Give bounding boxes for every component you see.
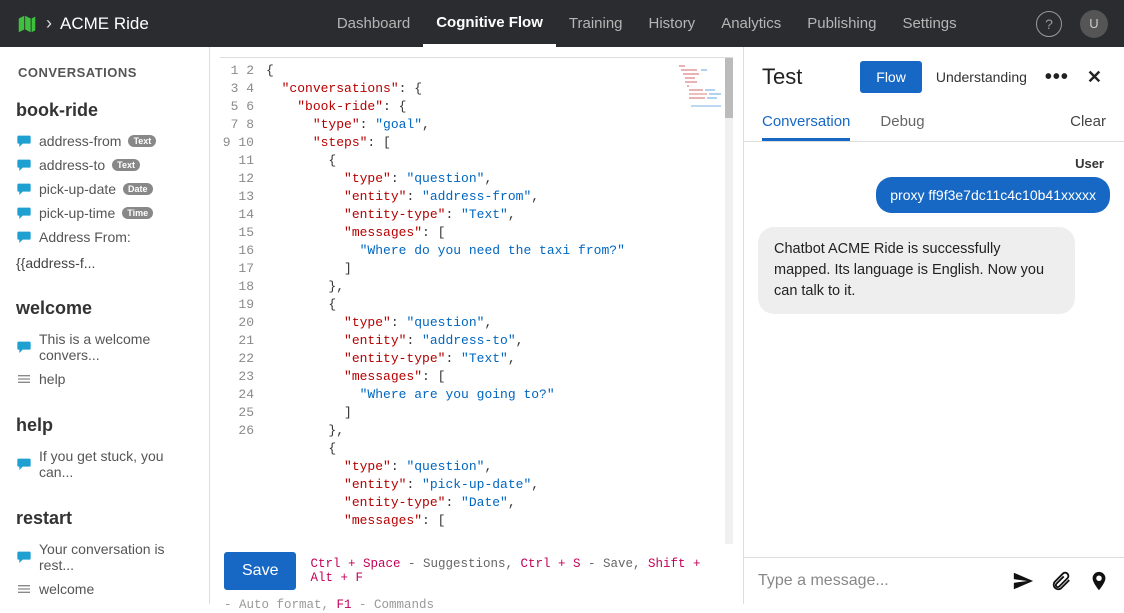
mode-flow-button[interactable]: Flow bbox=[860, 61, 922, 93]
sidebar-item-help-msg[interactable]: If you get stuck, you can... bbox=[16, 444, 193, 484]
test-title: Test bbox=[762, 64, 802, 90]
chat-icon bbox=[16, 230, 32, 244]
nav-analytics[interactable]: Analytics bbox=[708, 0, 794, 47]
nav-dashboard[interactable]: Dashboard bbox=[324, 0, 423, 47]
main-nav: Dashboard Cognitive Flow Training Histor… bbox=[324, 0, 970, 47]
sidebar-item-label: Your conversation is rest... bbox=[39, 541, 193, 573]
sidebar-title: CONVERSATIONS bbox=[0, 47, 209, 90]
code-area[interactable]: { "conversations": { "book-ride": { "typ… bbox=[262, 58, 733, 544]
chat-icon bbox=[16, 134, 32, 148]
type-badge: Time bbox=[122, 207, 153, 219]
bot-message: Chatbot ACME Ride is successfully mapped… bbox=[758, 227, 1075, 314]
sidebar-item-welcome-msg[interactable]: This is a welcome convers... bbox=[16, 327, 193, 367]
chat-icon bbox=[16, 550, 32, 564]
conv-group-book-ride[interactable]: book-ride bbox=[16, 100, 193, 121]
mode-understanding-button[interactable]: Understanding bbox=[932, 61, 1031, 93]
minimap[interactable] bbox=[677, 62, 727, 522]
conversations-sidebar: CONVERSATIONS book-ride address-from Tex… bbox=[0, 47, 210, 604]
list-icon bbox=[16, 582, 32, 596]
chevron-right-icon: › bbox=[46, 13, 52, 34]
sidebar-item-help-ref[interactable]: help bbox=[16, 367, 193, 391]
conv-group-help[interactable]: help bbox=[16, 415, 193, 436]
avatar[interactable]: U bbox=[1080, 10, 1108, 38]
logo-icon bbox=[16, 13, 38, 35]
chat-log: User proxy ff9f3e7dc11c4c10b41xxxxx Chat… bbox=[744, 142, 1124, 557]
nav-cognitive-flow[interactable]: Cognitive Flow bbox=[423, 0, 556, 47]
sidebar-item-label: If you get stuck, you can... bbox=[39, 448, 193, 480]
brand-group[interactable]: › ACME Ride bbox=[16, 13, 149, 35]
message-input[interactable] bbox=[758, 572, 996, 590]
chat-icon bbox=[16, 340, 32, 354]
location-icon[interactable] bbox=[1088, 570, 1110, 592]
editor-footer: Save Ctrl + Space - Suggestions, Ctrl + … bbox=[210, 544, 743, 604]
sidebar-item-label: Address From: bbox=[39, 229, 131, 245]
keyboard-hints: Ctrl + Space - Suggestions, Ctrl + S - S… bbox=[310, 557, 729, 585]
line-gutter: 1 2 3 4 5 6 7 8 9 10 11 12 13 14 15 16 1… bbox=[220, 58, 262, 544]
more-icon[interactable]: ••• bbox=[1041, 66, 1073, 89]
test-panel: Test Flow Understanding ••• ✕ Conversati… bbox=[744, 47, 1124, 604]
user-label: User bbox=[758, 156, 1110, 171]
keyboard-hints-2: - Auto format, F1 - Commands bbox=[224, 598, 729, 612]
type-badge: Text bbox=[128, 135, 156, 147]
sidebar-item-label: welcome bbox=[39, 581, 94, 597]
sidebar-item-label: pick-up-time bbox=[39, 205, 115, 221]
nav-settings[interactable]: Settings bbox=[889, 0, 969, 47]
sidebar-item-welcome-ref[interactable]: welcome bbox=[16, 577, 193, 601]
sidebar-item-label: pick-up-date bbox=[39, 181, 116, 197]
editor-body[interactable]: 1 2 3 4 5 6 7 8 9 10 11 12 13 14 15 16 1… bbox=[220, 57, 733, 544]
text-cursor-icon bbox=[368, 170, 369, 186]
attachment-icon[interactable] bbox=[1050, 570, 1072, 592]
sidebar-item-pick-up-time[interactable]: pick-up-time Time bbox=[16, 201, 193, 225]
chat-input-bar bbox=[744, 557, 1124, 604]
chat-icon bbox=[16, 182, 32, 196]
sidebar-item-tail: {{address-f... bbox=[16, 249, 193, 274]
sidebar-item-address-from[interactable]: address-from Text bbox=[16, 129, 193, 153]
sidebar-item-restart-msg[interactable]: Your conversation is rest... bbox=[16, 537, 193, 577]
chat-icon bbox=[16, 158, 32, 172]
sidebar-item-pick-up-date[interactable]: pick-up-date Date bbox=[16, 177, 193, 201]
type-badge: Text bbox=[112, 159, 140, 171]
close-icon[interactable]: ✕ bbox=[1083, 67, 1106, 88]
editor-scrollbar[interactable] bbox=[725, 58, 733, 544]
nav-publishing[interactable]: Publishing bbox=[794, 0, 889, 47]
user-message: proxy ff9f3e7dc11c4c10b41xxxxx bbox=[876, 177, 1110, 213]
sidebar-item-address-from-msg[interactable]: Address From: bbox=[16, 225, 193, 249]
tab-debug[interactable]: Debug bbox=[880, 105, 924, 141]
scrollbar-thumb[interactable] bbox=[725, 58, 733, 118]
send-icon[interactable] bbox=[1012, 570, 1034, 592]
list-icon bbox=[16, 372, 32, 386]
clear-button[interactable]: Clear bbox=[1070, 105, 1106, 141]
app-header: › ACME Ride Dashboard Cognitive Flow Tra… bbox=[0, 0, 1124, 47]
help-icon[interactable]: ? bbox=[1036, 11, 1062, 37]
sidebar-item-label: address-to bbox=[39, 157, 105, 173]
conv-group-welcome[interactable]: welcome bbox=[16, 298, 193, 319]
nav-history[interactable]: History bbox=[636, 0, 709, 47]
nav-training[interactable]: Training bbox=[556, 0, 636, 47]
save-button[interactable]: Save bbox=[224, 552, 296, 590]
sidebar-item-address-to[interactable]: address-to Text bbox=[16, 153, 193, 177]
chat-icon bbox=[16, 206, 32, 220]
brand-name: ACME Ride bbox=[60, 14, 149, 34]
chat-icon bbox=[16, 457, 32, 471]
conv-group-restart[interactable]: restart bbox=[16, 508, 193, 529]
sidebar-item-label: address-from bbox=[39, 133, 121, 149]
type-badge: Date bbox=[123, 183, 153, 195]
tab-conversation[interactable]: Conversation bbox=[762, 105, 850, 141]
sidebar-item-label: help bbox=[39, 371, 65, 387]
json-editor: 1 2 3 4 5 6 7 8 9 10 11 12 13 14 15 16 1… bbox=[210, 47, 744, 604]
sidebar-item-label: This is a welcome convers... bbox=[39, 331, 193, 363]
